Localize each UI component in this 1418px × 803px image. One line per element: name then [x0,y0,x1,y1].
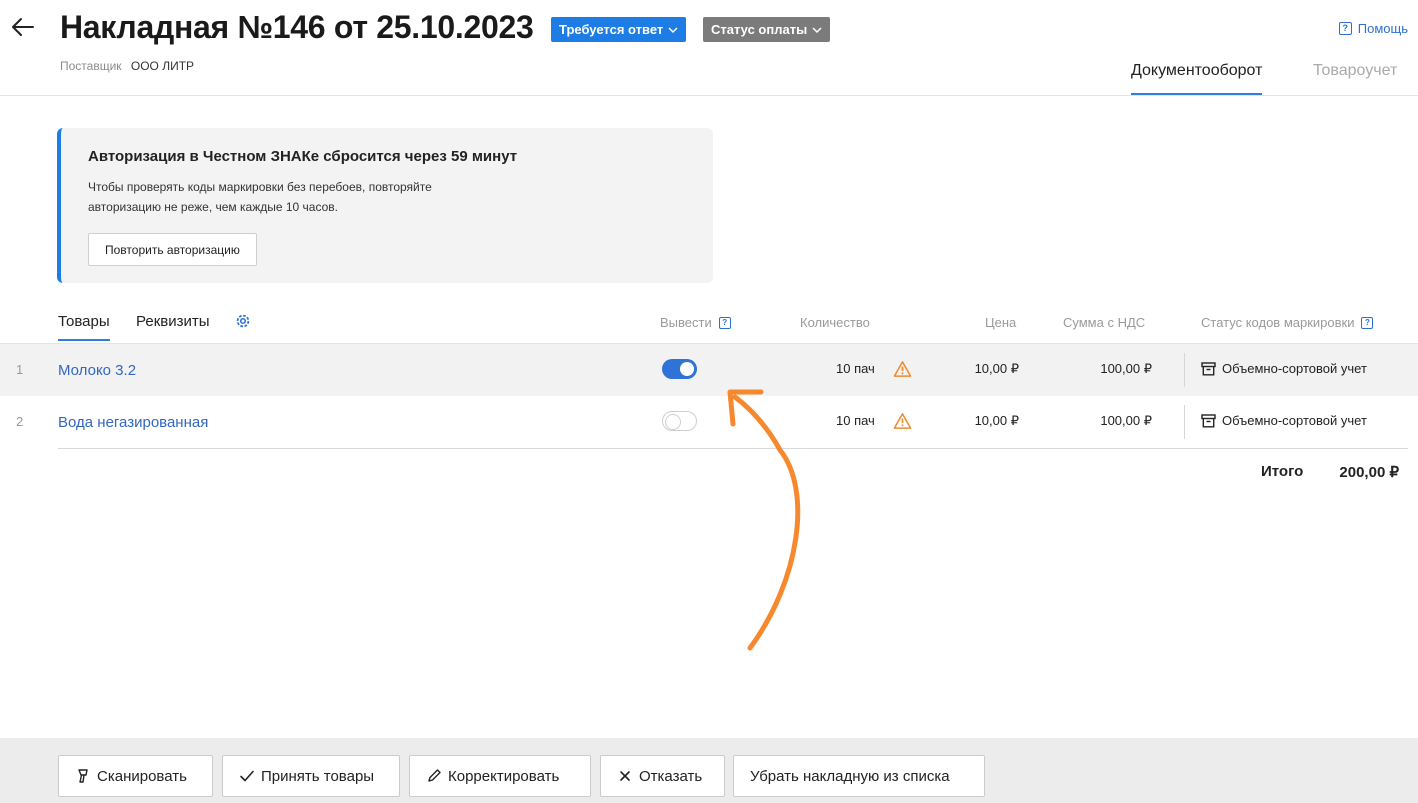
remove-invoice-button[interactable]: Убрать накладную из списка [733,755,985,797]
product-name-link[interactable]: Молоко 3.2 [58,362,136,379]
accept-goods-label: Принять товары [261,767,375,785]
page-title: Накладная №146 от 25.10.2023 [60,9,534,45]
column-header-price: Цена [985,315,1017,330]
header-divider [0,95,1418,96]
alert-text-line: Чтобы проверять коды маркировки без пере… [88,180,432,194]
table-row: 1 Молоко 3.2 10 пач 10,00 ₽ 100,00 ₽ Объ… [0,344,1418,396]
gear-icon[interactable] [234,312,252,330]
product-name-link[interactable]: Вода негазированная [58,414,208,431]
accept-goods-button[interactable]: Принять товары [222,755,400,797]
warning-icon[interactable] [893,412,912,430]
price-value: 10,00 ₽ [974,413,1019,428]
supplier-label: Поставщик [60,59,122,73]
correct-button[interactable]: Корректировать [409,755,591,797]
pencil-icon [428,769,441,782]
tab-document-flow[interactable]: Документооборот [1131,62,1263,95]
supplier-value: ООО ЛИТР [130,59,195,73]
help-icon[interactable]: ? [1361,316,1374,329]
payment-status-dropdown[interactable]: Статус оплаты [703,17,831,42]
quantity-value: 10 пач [836,413,875,428]
action-bar: Сканировать Принять товары Корректироват… [0,738,1418,803]
column-label: Статус кодов маркировки [1201,315,1355,330]
auth-alert: Авторизация в Честном ЗНАКе сбросится че… [57,128,713,283]
column-divider [1184,405,1185,439]
chevron-down-icon [668,26,678,33]
reply-status-dropdown[interactable]: Требуется ответ [551,17,687,42]
table-bottom-divider [58,448,1408,449]
tab-inventory[interactable]: Товароучет [1313,62,1397,80]
help-icon[interactable]: ? [718,316,731,329]
close-icon [620,771,630,781]
export-toggle[interactable] [662,359,697,379]
table-row: 2 Вода негазированная 10 пач 10,00 ₽ 100… [0,396,1418,448]
warning-icon[interactable] [893,360,912,378]
alert-text-line: авторизацию не реже, чем каждые 10 часов… [88,200,338,214]
column-header-sum: Сумма с НДС [1063,315,1146,330]
alert-title: Авторизация в Честном ЗНАКе сбросится че… [88,148,518,165]
help-label: Помощь [1357,21,1408,36]
marking-status-label: Объемно-сортовой учет [1222,413,1367,428]
refuse-button[interactable]: Отказать [600,755,725,797]
back-arrow-icon[interactable] [10,14,36,40]
tab-requisites[interactable]: Реквизиты [136,313,210,330]
column-divider [1184,353,1185,387]
export-toggle[interactable] [662,411,697,431]
column-header-export: Вывести ? [660,315,731,330]
payment-status-label: Статус оплаты [711,22,808,37]
repeat-auth-button[interactable]: Повторить авторизацию [88,233,257,266]
refuse-label: Отказать [639,767,703,785]
column-header-quantity: Количество [800,315,870,330]
scan-icon [78,769,88,783]
marking-status: Объемно-сортовой учет [1201,413,1367,428]
reply-status-label: Требуется ответ [559,22,664,37]
remove-invoice-label: Убрать накладную из списка [750,767,950,785]
help-icon: ? [1338,22,1352,35]
correct-label: Корректировать [448,767,560,785]
total-value: 200,00 ₽ [1339,464,1399,481]
box-icon [1201,413,1216,427]
tab-goods[interactable]: Товары [58,313,110,341]
marking-status-label: Объемно-сортовой учет [1222,361,1367,376]
chevron-down-icon [812,26,822,33]
scan-label: Сканировать [97,767,187,785]
sum-value: 100,00 ₽ [1100,361,1152,376]
supplier-info: Поставщик ООО ЛИТР [60,59,194,73]
box-icon [1201,361,1216,375]
check-icon [240,770,254,782]
total-label: Итого [1261,463,1304,480]
sum-value: 100,00 ₽ [1100,413,1152,428]
row-number: 1 [16,362,24,377]
alert-text: Чтобы проверять коды маркировки без пере… [88,177,558,217]
column-header-status: Статус кодов маркировки ? [1201,315,1374,330]
help-link[interactable]: ? Помощь [1338,21,1408,36]
scan-button[interactable]: Сканировать [58,755,213,797]
column-label: Вывести [660,315,712,330]
marking-status: Объемно-сортовой учет [1201,361,1367,376]
price-value: 10,00 ₽ [974,361,1019,376]
row-number: 2 [16,414,24,429]
quantity-value: 10 пач [836,361,875,376]
